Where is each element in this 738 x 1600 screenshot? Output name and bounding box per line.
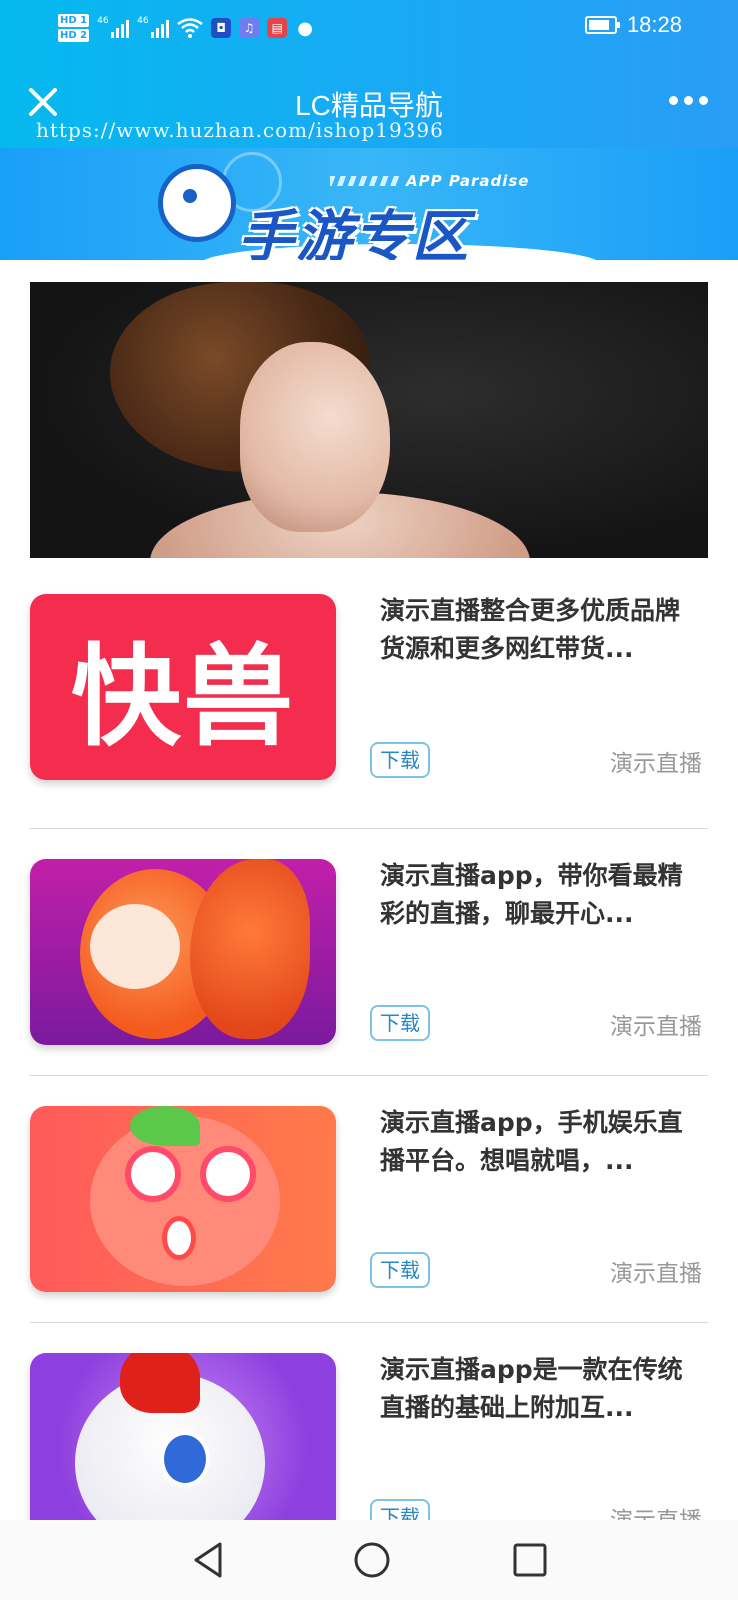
bear-red-hair (120, 1353, 200, 1413)
status-time: 18:28 (626, 12, 682, 37)
hd-indicator: HD 1 HD 2 (58, 14, 90, 42)
mascot-mouth (162, 1216, 196, 1260)
recent-apps-icon[interactable] (508, 1538, 552, 1582)
hd1-label: HD 1 (58, 14, 90, 27)
battery-charging-icon (584, 16, 620, 34)
music-app-icon: ♫ (239, 18, 260, 38)
home-icon[interactable] (350, 1538, 394, 1582)
banner-stripes (330, 176, 400, 186)
back-icon[interactable] (188, 1538, 232, 1582)
app-thumbnail[interactable] (30, 859, 336, 1045)
item-category: 演示直播 (610, 751, 702, 777)
item-category: 演示直播 (610, 1014, 702, 1040)
app-header: HD 1 HD 2 46 46 ◘ ♫ ▤ ● 18:28 LC精品导航 htt… (0, 0, 738, 148)
status-right: 18:28 (584, 12, 682, 38)
item-title[interactable]: 演示直播整合更多优质品牌货源和更多网红带货... (380, 592, 700, 668)
bear-eye (160, 1431, 210, 1487)
app-list: 快兽 演示直播整合更多优质品牌货源和更多网红带货... 下载 演示直播 演示直播… (30, 582, 708, 1569)
leaf-graphic (130, 1106, 200, 1146)
download-button[interactable]: 下载 (370, 1252, 430, 1288)
item-title[interactable]: 演示直播app，手机娱乐直播平台。想唱就唱，... (380, 1104, 700, 1180)
hero-face-shape (240, 342, 390, 532)
download-button[interactable]: 下载 (370, 742, 430, 778)
status-bar: HD 1 HD 2 46 46 ◘ ♫ ▤ ● 18:28 (0, 0, 738, 58)
item-category: 演示直播 (610, 1261, 702, 1287)
item-title[interactable]: 演示直播app是一款在传统直播的基础上附加互... (380, 1351, 700, 1427)
wechat-icon: ● (297, 17, 313, 39)
item-title[interactable]: 演示直播app，带你看最精彩的直播，聊最开心... (380, 857, 700, 933)
book-app-icon: ▤ (267, 18, 288, 38)
banner-title: 手游专区 (238, 205, 470, 260)
banner-subtitle: APP Paradise (406, 172, 530, 190)
more-dots-icon[interactable] (669, 96, 708, 105)
game-zone-banner[interactable]: APP Paradise 手游专区 (0, 148, 738, 260)
signal-1-icon: 46 (97, 16, 130, 38)
squirrel-tail-graphic (190, 859, 310, 1039)
squirrel-face-graphic (90, 904, 180, 989)
list-item[interactable]: 快兽 演示直播整合更多优质品牌货源和更多网红带货... 下载 演示直播 (30, 582, 708, 828)
signal-2-icon: 46 (137, 16, 170, 38)
list-item[interactable]: 演示直播app，带你看最精彩的直播，聊最开心... 下载 演示直播 (30, 828, 708, 1075)
list-item[interactable]: 演示直播app，手机娱乐直播平台。想唱就唱，... 下载 演示直播 (30, 1075, 708, 1322)
app-thumbnail[interactable] (30, 1353, 336, 1539)
hero-image[interactable] (30, 282, 708, 558)
app-thumbnail[interactable]: 快兽 (30, 594, 336, 780)
system-navigation-bar (0, 1520, 738, 1600)
shield-app-icon: ◘ (211, 18, 232, 38)
mascot-right-eye (200, 1146, 256, 1202)
mascot-logo-icon (158, 164, 236, 242)
thumbnail-logo-text: 快兽 (71, 633, 295, 761)
hd2-label: HD 2 (58, 29, 90, 42)
download-button[interactable]: 下载 (370, 1005, 430, 1041)
mascot-left-eye (125, 1146, 181, 1202)
wifi-icon (177, 18, 203, 38)
watermark-url: https://www.huzhan.com/ishop19396 (36, 118, 444, 142)
status-left-icons: HD 1 HD 2 46 46 ◘ ♫ ▤ ● (58, 8, 315, 48)
app-thumbnail[interactable] (30, 1106, 336, 1292)
